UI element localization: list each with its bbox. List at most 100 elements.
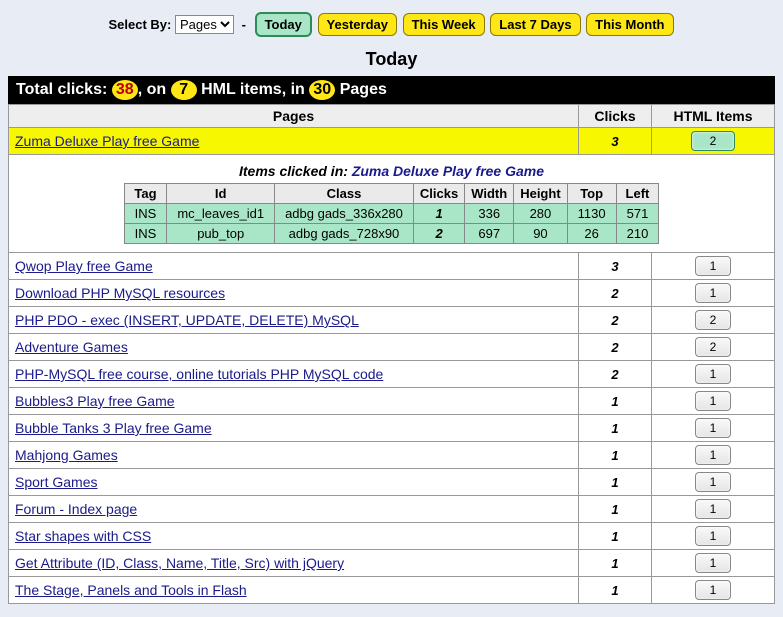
- clicks-cell: 2: [579, 334, 652, 361]
- clicks-cell: 1: [579, 496, 652, 523]
- html-items-button[interactable]: 1: [695, 472, 732, 492]
- page-link[interactable]: Bubbles3 Play free Game: [15, 393, 175, 409]
- table-row: Qwop Play free Game 3 1: [9, 253, 775, 280]
- clicks-cell: 2: [579, 361, 652, 388]
- clicks-cell: 2: [579, 280, 652, 307]
- html-items-button[interactable]: 1: [695, 418, 732, 438]
- detail-cell: 2: [413, 224, 464, 244]
- table-row: Download PHP MySQL resources 2 1: [9, 280, 775, 307]
- page-link[interactable]: Get Attribute (ID, Class, Name, Title, S…: [15, 555, 344, 571]
- clicks-cell: 1: [579, 550, 652, 577]
- page-link[interactable]: PHP PDO - exec (INSERT, UPDATE, DELETE) …: [15, 312, 359, 328]
- col-pages: Pages: [9, 105, 579, 128]
- html-items-button[interactable]: 1: [695, 256, 732, 276]
- filter-button-yesterday[interactable]: Yesterday: [318, 13, 397, 36]
- page-link[interactable]: Forum - Index page: [15, 501, 137, 517]
- html-items-button[interactable]: 1: [695, 391, 732, 411]
- summary-prefix: Total clicks:: [16, 81, 107, 98]
- page-link[interactable]: Qwop Play free Game: [15, 258, 153, 274]
- table-row: Sport Games 1 1: [9, 469, 775, 496]
- pages-table: Pages Clicks HTML Items Zuma Deluxe Play…: [8, 104, 775, 604]
- detail-col: Clicks: [413, 184, 464, 204]
- detail-cell: 571: [616, 204, 659, 224]
- html-items-button[interactable]: 2: [695, 337, 732, 357]
- summary-bar: Total clicks: 38, on 7 HML items, in 30 …: [8, 76, 775, 104]
- select-by-dropdown[interactable]: Pages: [175, 15, 234, 34]
- summary-items-pill: 7: [171, 80, 197, 100]
- table-row: Zuma Deluxe Play free Game 3 2: [9, 128, 775, 155]
- clicks-cell: 1: [579, 523, 652, 550]
- page-link[interactable]: Bubble Tanks 3 Play free Game: [15, 420, 212, 436]
- page-title: Today: [8, 49, 775, 70]
- table-row: Bubble Tanks 3 Play free Game 1 1: [9, 415, 775, 442]
- table-row: Forum - Index page 1 1: [9, 496, 775, 523]
- detail-cell: adbg gads_728x90: [275, 224, 414, 244]
- detail-cell: 90: [514, 224, 567, 244]
- html-items-button[interactable]: 1: [695, 553, 732, 573]
- detail-cell: 1: [413, 204, 464, 224]
- detail-cell: INS: [124, 224, 167, 244]
- page-link[interactable]: Mahjong Games: [15, 447, 118, 463]
- filter-button-last-7-days[interactable]: Last 7 Days: [490, 13, 580, 36]
- page-link[interactable]: PHP-MySQL free course, online tutorials …: [15, 366, 383, 382]
- col-clicks: Clicks: [579, 105, 652, 128]
- table-row: Adventure Games 2 2: [9, 334, 775, 361]
- page-link[interactable]: Zuma Deluxe Play free Game: [15, 133, 199, 149]
- dash-separator: -: [238, 17, 250, 32]
- filter-button-this-month[interactable]: This Month: [586, 13, 673, 36]
- table-row: Get Attribute (ID, Class, Name, Title, S…: [9, 550, 775, 577]
- detail-cell: adbg gads_336x280: [275, 204, 414, 224]
- filter-button-this-week[interactable]: This Week: [403, 13, 485, 36]
- detail-cell: 210: [616, 224, 659, 244]
- html-items-button[interactable]: 1: [695, 526, 732, 546]
- summary-pages-pill: 30: [309, 80, 335, 100]
- detail-cell: 1130: [567, 204, 616, 224]
- detail-cell: mc_leaves_id1: [167, 204, 275, 224]
- html-items-button[interactable]: 1: [695, 283, 732, 303]
- table-row: PHP PDO - exec (INSERT, UPDATE, DELETE) …: [9, 307, 775, 334]
- summary-clicks-pill: 38: [112, 80, 138, 100]
- detail-cell: 697: [465, 224, 514, 244]
- detail-col: Width: [465, 184, 514, 204]
- clicks-cell: 1: [579, 577, 652, 604]
- detail-col: Class: [275, 184, 414, 204]
- html-items-button[interactable]: 2: [695, 310, 732, 330]
- detail-table: TagIdClassClicksWidthHeightTopLeft INSmc_…: [124, 183, 660, 244]
- clicks-cell: 2: [579, 307, 652, 334]
- select-by-label: Select By:: [108, 17, 171, 32]
- page-link[interactable]: Sport Games: [15, 474, 97, 490]
- page-link[interactable]: Download PHP MySQL resources: [15, 285, 225, 301]
- clicks-cell: 1: [579, 442, 652, 469]
- detail-cell: pub_top: [167, 224, 275, 244]
- html-items-button[interactable]: 1: [695, 364, 732, 384]
- detail-cell: 336: [465, 204, 514, 224]
- html-items-button[interactable]: 1: [695, 499, 732, 519]
- col-html-items: HTML Items: [652, 105, 775, 128]
- clicks-cell: 1: [579, 388, 652, 415]
- detail-col: Left: [616, 184, 659, 204]
- detail-col: Height: [514, 184, 567, 204]
- clicks-cell: 3: [579, 128, 652, 155]
- detail-col: Top: [567, 184, 616, 204]
- detail-cell: 280: [514, 204, 567, 224]
- table-row: The Stage, Panels and Tools in Flash 1 1: [9, 577, 775, 604]
- page-link[interactable]: Adventure Games: [15, 339, 128, 355]
- html-items-button[interactable]: 2: [691, 131, 736, 151]
- detail-cell: 26: [567, 224, 616, 244]
- html-items-button[interactable]: 1: [695, 445, 732, 465]
- page-link[interactable]: Star shapes with CSS: [15, 528, 151, 544]
- table-row: Mahjong Games 1 1: [9, 442, 775, 469]
- clicks-cell: 1: [579, 415, 652, 442]
- detail-col: Tag: [124, 184, 167, 204]
- filter-bar: Select By: Pages - Today Yesterday This …: [8, 8, 775, 41]
- table-row: Bubbles3 Play free Game 1 1: [9, 388, 775, 415]
- clicks-cell: 3: [579, 253, 652, 280]
- filter-button-today[interactable]: Today: [255, 12, 312, 37]
- table-row: Star shapes with CSS 1 1: [9, 523, 775, 550]
- html-items-button[interactable]: 1: [695, 580, 732, 600]
- page-link[interactable]: The Stage, Panels and Tools in Flash: [15, 582, 247, 598]
- detail-col: Id: [167, 184, 275, 204]
- clicks-cell: 1: [579, 469, 652, 496]
- detail-cell: INS: [124, 204, 167, 224]
- table-row: PHP-MySQL free course, online tutorials …: [9, 361, 775, 388]
